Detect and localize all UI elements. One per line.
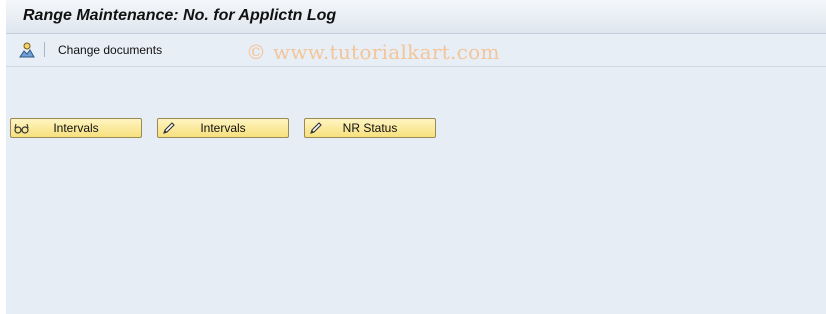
toolbar-separator	[44, 42, 45, 57]
display-intervals-button[interactable]: Intervals	[10, 118, 142, 138]
button-label: Intervals	[53, 121, 99, 135]
button-label: NR Status	[342, 121, 398, 135]
person-mountain-icon[interactable]	[18, 41, 36, 59]
nr-status-button[interactable]: NR Status	[304, 118, 436, 138]
change-intervals-button[interactable]: Intervals	[157, 118, 289, 138]
window-title: Range Maintenance: No. for Applictn Log	[23, 7, 337, 24]
change-documents-button[interactable]: Change documents	[52, 40, 168, 60]
sap-window: Range Maintenance: No. for Applictn Log …	[6, 0, 826, 314]
title-bar: Range Maintenance: No. for Applictn Log	[6, 0, 826, 34]
button-label: Intervals	[200, 121, 246, 135]
watermark: © www.tutorialkart.com	[246, 40, 500, 64]
